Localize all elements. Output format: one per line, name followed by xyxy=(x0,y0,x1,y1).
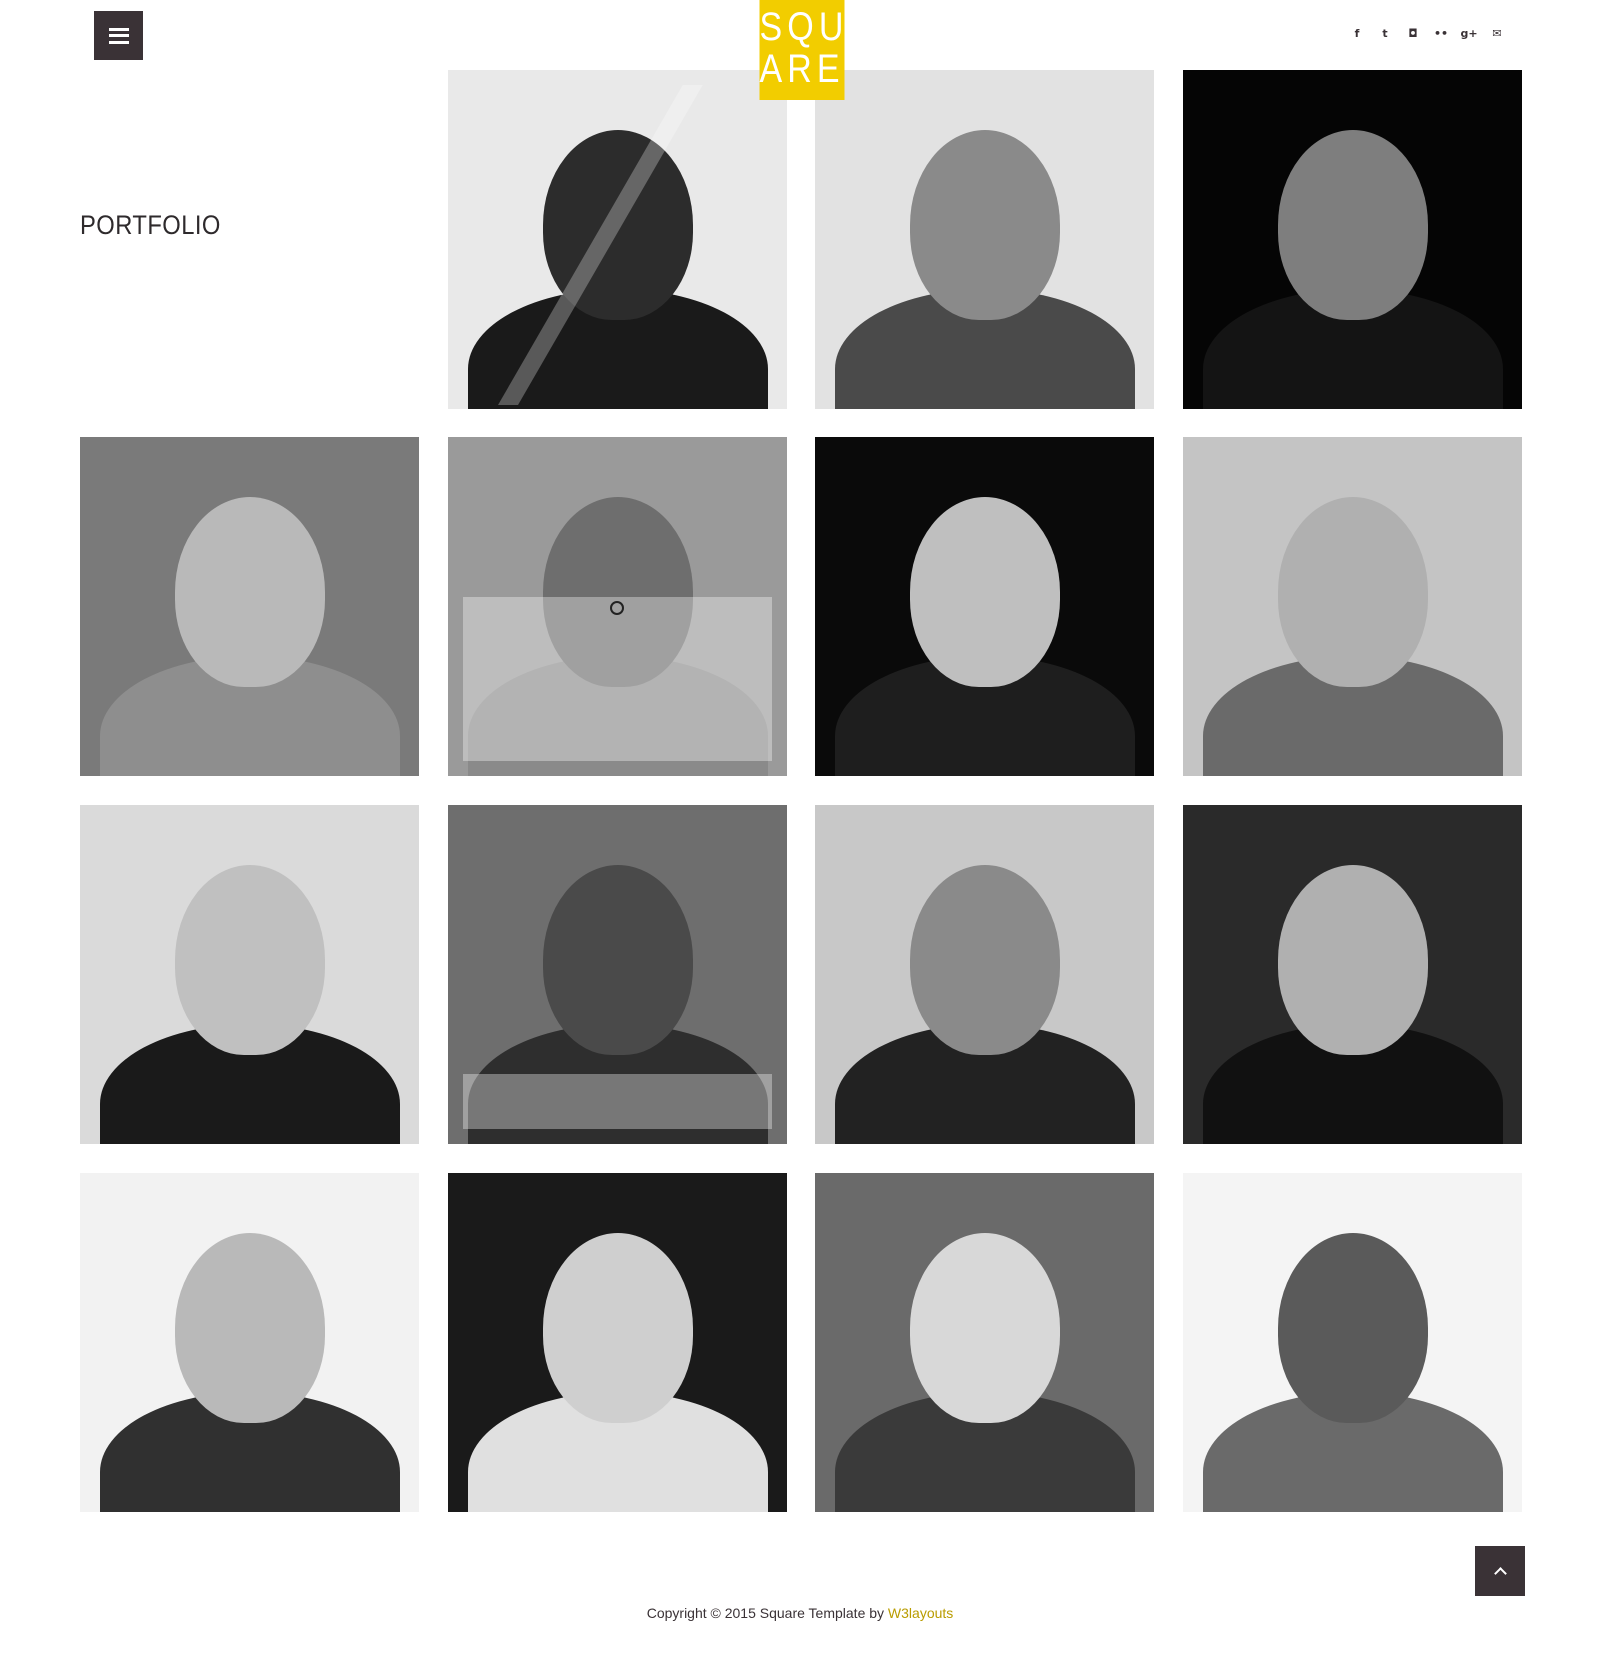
hover-caption-overlay xyxy=(463,597,772,761)
portfolio-item[interactable] xyxy=(1183,70,1522,409)
portfolio-item[interactable] xyxy=(448,70,787,409)
menu-button[interactable] xyxy=(94,11,143,60)
social-links: f t ◘ •• g+ ✉ xyxy=(1350,26,1504,40)
chevron-up-icon xyxy=(1493,1566,1507,1580)
portfolio-item[interactable] xyxy=(80,437,419,776)
zoom-icon[interactable] xyxy=(610,601,624,615)
portfolio-item[interactable] xyxy=(448,805,787,1144)
logo-line-2: ARE xyxy=(759,47,845,91)
facebook-icon[interactable]: f xyxy=(1350,26,1364,40)
logo[interactable]: SQU ARE xyxy=(759,0,849,100)
twitter-icon[interactable]: t xyxy=(1378,26,1392,40)
back-to-top-button[interactable] xyxy=(1475,1546,1525,1596)
portrait-face xyxy=(174,497,325,687)
portrait-face xyxy=(1277,865,1428,1055)
portfolio-item[interactable] xyxy=(815,1173,1154,1512)
portfolio-item[interactable] xyxy=(448,1173,787,1512)
portrait-face xyxy=(542,1233,693,1423)
portrait-face xyxy=(542,865,693,1055)
w3layouts-link[interactable]: W3layouts xyxy=(888,1605,953,1621)
google-plus-icon[interactable]: g+ xyxy=(1460,26,1477,40)
portrait-face xyxy=(174,865,325,1055)
portrait-face xyxy=(909,497,1060,687)
portfolio-item[interactable] xyxy=(815,70,1154,409)
hamburger-menu-icon xyxy=(108,27,129,44)
logo-line-1: SQU xyxy=(759,5,849,49)
email-icon[interactable]: ✉ xyxy=(1490,26,1504,40)
portrait-face xyxy=(909,130,1060,320)
portfolio-item[interactable] xyxy=(815,805,1154,1144)
portrait-face xyxy=(909,865,1060,1055)
flickr-icon[interactable]: •• xyxy=(1434,26,1448,40)
instagram-icon[interactable]: ◘ xyxy=(1406,26,1420,40)
portfolio-item[interactable] xyxy=(448,437,787,776)
portfolio-item[interactable] xyxy=(1183,805,1522,1144)
portrait-face xyxy=(174,1233,325,1423)
portrait-face xyxy=(1277,1233,1428,1423)
portfolio-item[interactable] xyxy=(80,1173,419,1512)
portfolio-item[interactable] xyxy=(80,805,419,1144)
footer: Copyright © 2015 Square Template by W3la… xyxy=(0,1605,1600,1621)
portrait-face xyxy=(1277,130,1428,320)
portfolio-item[interactable] xyxy=(815,437,1154,776)
portfolio-item[interactable] xyxy=(1183,1173,1522,1512)
portrait-face xyxy=(909,1233,1060,1423)
copyright-text: Copyright © 2015 Square Template by xyxy=(646,1605,888,1621)
page-title: PORTFOLIO xyxy=(80,210,221,240)
portfolio-item[interactable] xyxy=(1183,437,1522,776)
portrait-face xyxy=(1277,497,1428,687)
hover-caption-overlay xyxy=(463,1074,772,1129)
